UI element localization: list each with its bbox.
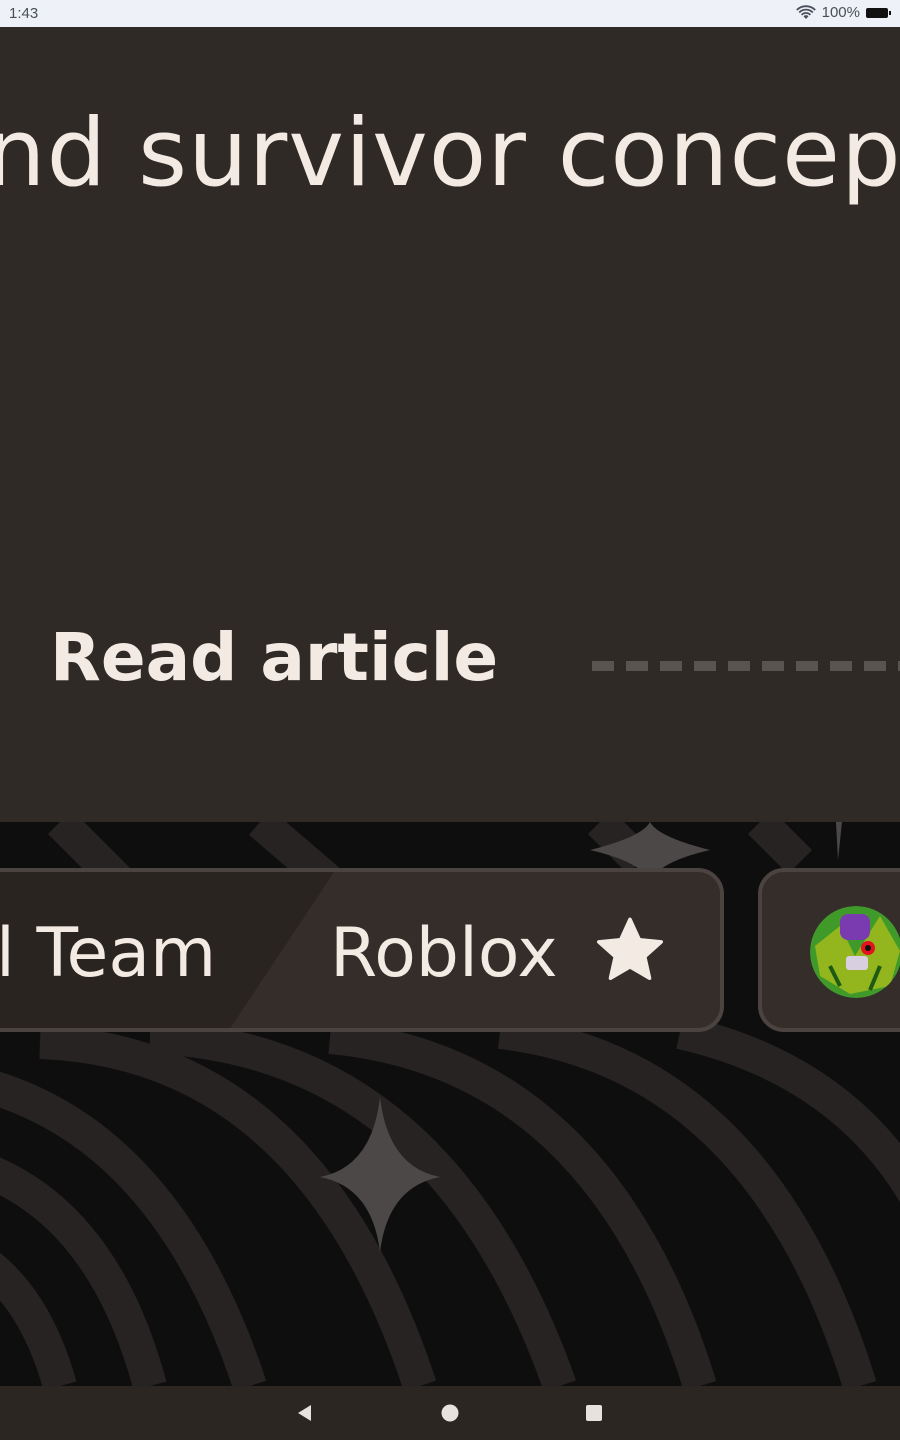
team-label: l Team [0, 914, 217, 993]
battery-icon [866, 7, 891, 18]
article-hero[interactable]: nd survivor concep Read article [0, 27, 900, 822]
status-time: 1:43 [9, 5, 39, 22]
article-title: nd survivor concep [0, 99, 900, 208]
read-article-button[interactable]: Read article [50, 619, 498, 696]
decorative-background: l Team Roblox [0, 822, 900, 1386]
user-tag[interactable] [758, 868, 900, 1032]
home-icon[interactable] [437, 1400, 463, 1426]
community-name: Roblox [330, 914, 558, 993]
recents-icon[interactable] [581, 1400, 607, 1426]
status-right: 100% [795, 4, 891, 21]
status-bar: 1:43 100% [0, 0, 900, 27]
system-nav-bar [0, 1386, 900, 1440]
star-icon[interactable] [594, 914, 666, 986]
battery-percent: 100% [821, 4, 860, 21]
back-icon[interactable] [292, 1400, 318, 1426]
community-tag[interactable]: l Team Roblox [0, 868, 724, 1032]
dashed-divider [592, 661, 900, 671]
avatar[interactable] [810, 906, 900, 998]
wifi-icon [795, 4, 816, 19]
